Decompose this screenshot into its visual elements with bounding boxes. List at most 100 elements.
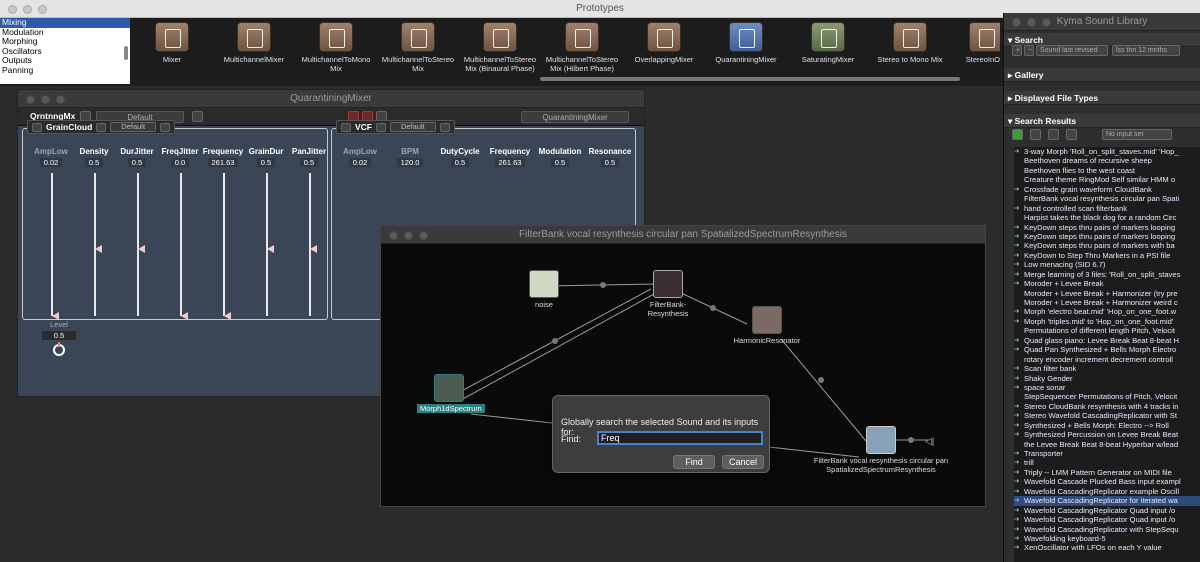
input-popup[interactable]: No input set xyxy=(1102,129,1172,140)
param-value[interactable]: 0.02 xyxy=(39,158,63,167)
param-value[interactable]: 0.0 xyxy=(170,158,190,167)
filterbank-node[interactable]: FilterBank-Resynthesis xyxy=(639,270,697,318)
minimize-dot[interactable] xyxy=(23,5,32,14)
window-controls[interactable] xyxy=(8,5,47,14)
category-item[interactable]: Panning xyxy=(0,65,130,76)
gallery-section[interactable]: ▸ Gallery xyxy=(1004,68,1200,82)
level-value[interactable]: 0.5 xyxy=(42,331,76,340)
fader-track[interactable] xyxy=(51,173,53,316)
camera-icon[interactable] xyxy=(376,122,386,132)
copy-icon[interactable] xyxy=(160,122,171,132)
close-dot[interactable] xyxy=(8,5,17,14)
result-item[interactable]: Merge learning of 3 files: 'Roll_on_spli… xyxy=(1014,270,1200,279)
result-item[interactable]: Beethoven flies to the west coast xyxy=(1014,166,1200,175)
category-scrollbar[interactable] xyxy=(124,46,128,60)
param-value[interactable]: 261.63 xyxy=(494,158,526,167)
camera-icon[interactable] xyxy=(96,122,107,132)
result-item[interactable]: Harpist takes the black dog for a random… xyxy=(1014,213,1200,222)
fader-thumb[interactable] xyxy=(52,312,59,320)
result-item[interactable]: Wavefold CascadingReplicator Quad input … xyxy=(1014,506,1200,515)
result-item[interactable]: the Levee Break Beat 8-beat Hyperbar w/l… xyxy=(1014,440,1200,449)
result-item[interactable]: Wavefold Cascade Plucked Bass input exam… xyxy=(1014,477,1200,486)
category-list[interactable]: Mixing Modulation Morphing Oscillators O… xyxy=(0,17,130,84)
result-item[interactable]: Wavefold CascadingReplicator with StepSe… xyxy=(1014,525,1200,534)
stop-icon[interactable] xyxy=(1030,129,1041,140)
compile-icon[interactable] xyxy=(1048,129,1059,140)
prototype-overlapping[interactable]: OverlappingMixer xyxy=(624,22,704,64)
play-icon[interactable] xyxy=(1012,129,1023,140)
edit-icon[interactable] xyxy=(1066,129,1077,140)
close-dot[interactable] xyxy=(1012,18,1021,27)
param-value[interactable]: 0.5 xyxy=(450,158,470,167)
noise-node[interactable]: noise xyxy=(519,270,569,309)
param-value[interactable]: 0.5 xyxy=(84,158,104,167)
sort-popup[interactable]: Sound last revised xyxy=(1036,45,1108,56)
result-item[interactable]: Wavefold CascadingReplicator example Osc… xyxy=(1014,487,1200,496)
result-item[interactable]: Synthesized Percussion on Levee Break Be… xyxy=(1014,430,1200,439)
minimize-dot[interactable] xyxy=(41,95,50,104)
prototype-scrollbar[interactable] xyxy=(540,77,960,81)
prototype-mixer[interactable]: Mixer xyxy=(132,22,212,64)
minimize-dot[interactable] xyxy=(404,231,413,240)
result-item[interactable]: StepSequencer Permutations of Pitch, Vel… xyxy=(1014,392,1200,401)
result-item[interactable]: KeyDown steps thru pairs of markers loop… xyxy=(1014,223,1200,232)
result-item[interactable]: Morph 'electro beat.mid' 'Hop_on_one_foo… xyxy=(1014,307,1200,316)
search-results-section[interactable]: ▾ Search Results xyxy=(1004,114,1200,128)
param-value[interactable]: 0.5 xyxy=(299,158,319,167)
result-item[interactable]: Stereo Wavefold CascadingReplicator with… xyxy=(1014,411,1200,420)
close-dot[interactable] xyxy=(389,231,398,240)
fader-track[interactable] xyxy=(223,173,225,316)
param-value[interactable]: 0.02 xyxy=(348,158,372,167)
fader-thumb[interactable] xyxy=(267,245,274,254)
param-value[interactable]: 120.0 xyxy=(396,158,424,167)
result-item[interactable]: Beethoven dreams of recursive sheep xyxy=(1014,156,1200,165)
result-item[interactable]: trill xyxy=(1014,458,1200,467)
find-input[interactable] xyxy=(597,431,763,445)
level-knob-icon[interactable] xyxy=(53,342,65,356)
window-controls[interactable] xyxy=(1012,18,1051,27)
result-item[interactable]: Moroder + Levee Break xyxy=(1014,279,1200,288)
result-item[interactable]: Creature theme RingMod Self similar HMM … xyxy=(1014,175,1200,184)
param-value[interactable]: 261.63 xyxy=(207,158,239,167)
fader-thumb[interactable] xyxy=(224,312,231,320)
result-item[interactable]: rotary encoder increment decrement contr… xyxy=(1014,355,1200,364)
result-item[interactable]: FilterBank vocal resynthesis circular pa… xyxy=(1014,194,1200,203)
output-node[interactable]: FilterBank vocal resynthesis circular pa… xyxy=(811,426,951,474)
prototype-binaural[interactable]: MultichannelToStereo Mix (Binaural Phase… xyxy=(460,22,540,73)
result-item[interactable]: Transporter xyxy=(1014,449,1200,458)
param-value[interactable]: 0.5 xyxy=(550,158,570,167)
param-value[interactable]: 0.5 xyxy=(600,158,620,167)
panel-preset-popup[interactable]: Default xyxy=(390,122,436,132)
prototype-multichannelmixer[interactable]: MultichannelMixer xyxy=(214,22,294,64)
param-value[interactable]: 0.5 xyxy=(256,158,276,167)
harmonic-resonator-node[interactable]: HarmonicResonator xyxy=(727,306,807,345)
sound-popup[interactable]: QuarantiningMixer xyxy=(521,111,629,123)
result-item[interactable]: 3-way Morph 'Roll_on_split_staves.mid' '… xyxy=(1014,147,1200,156)
param-value[interactable]: 0.5 xyxy=(127,158,147,167)
result-item[interactable]: Quad Pan Synthesized + Bells Morph Elect… xyxy=(1014,345,1200,354)
window-controls[interactable] xyxy=(389,231,428,240)
result-item[interactable]: Crossfade grain waveform CloudBank xyxy=(1014,185,1200,194)
fader-thumb[interactable] xyxy=(181,312,188,320)
prototype-multichanneltostereo[interactable]: MultichannelToStereo Mix xyxy=(378,22,458,73)
window-controls[interactable] xyxy=(26,95,65,104)
fader-thumb[interactable] xyxy=(95,245,102,254)
add-icon[interactable]: + xyxy=(1012,45,1022,56)
result-item[interactable]: KeyDown steps thru pairs of markers loop… xyxy=(1014,232,1200,241)
result-item[interactable]: Shaky Gender xyxy=(1014,374,1200,383)
file-types-section[interactable]: ▸ Displayed File Types xyxy=(1004,91,1200,105)
result-item[interactable]: Morph 'triples.mid' to 'Hop_on_one_foot.… xyxy=(1014,317,1200,326)
prototype-saturating[interactable]: SaturatingMixer xyxy=(788,22,868,64)
zoom-dot[interactable] xyxy=(419,231,428,240)
result-item[interactable]: Moroder + Levee Break + Harmonizer (try … xyxy=(1014,289,1200,298)
close-dot[interactable] xyxy=(26,95,35,104)
zoom-dot[interactable] xyxy=(1042,18,1051,27)
result-item[interactable]: Wavefolding keyboard-5 xyxy=(1014,534,1200,543)
cancel-button[interactable]: Cancel xyxy=(722,455,764,469)
result-item[interactable]: space sonar xyxy=(1014,383,1200,392)
result-item[interactable]: Synthesized + Bells Morph: Electro --> R… xyxy=(1014,421,1200,430)
panel-preset-popup[interactable]: Default xyxy=(110,122,157,132)
find-button[interactable]: Find xyxy=(673,455,715,469)
prototype-hilbert[interactable]: MultichannelToStereo Mix (Hilbert Phase) xyxy=(542,22,622,73)
prototype-multichanneltomono[interactable]: MultichannelToMono Mix xyxy=(296,22,376,73)
